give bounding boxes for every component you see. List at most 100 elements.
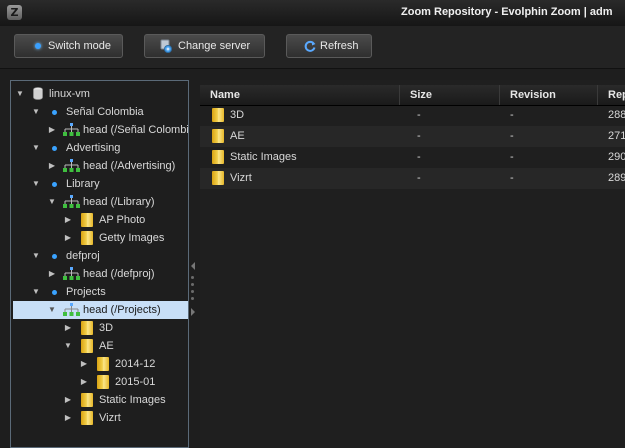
table-row[interactable]: Static Images - - 290 [200, 147, 625, 168]
tree-item-label: Advertising [66, 142, 121, 154]
branch-icon [63, 303, 80, 316]
expand-arrow-icon[interactable]: ▼ [15, 85, 25, 103]
splitter-grip-icon [191, 290, 194, 293]
tree-item-static-images[interactable]: ▶ Static Images [11, 391, 188, 409]
folder-icon [81, 411, 93, 425]
tree-item-3d[interactable]: ▶ 3D [11, 319, 188, 337]
tree-item-2015-01[interactable]: ▶ 2015-01 [11, 373, 188, 391]
column-header-name[interactable]: Name [200, 85, 400, 105]
collapse-arrow-icon[interactable]: ▶ [63, 229, 73, 247]
collapse-arrow-icon[interactable]: ▶ [63, 211, 73, 229]
tree-item-label: 2015-01 [115, 376, 156, 388]
revision-cell: - [510, 172, 514, 184]
collapse-arrow-icon[interactable]: ▶ [63, 319, 73, 337]
tree-item-head-advertising[interactable]: ▶ head (/Advertising) [11, 157, 188, 175]
tree-item-2014-12[interactable]: ▶ 2014-12 [11, 355, 188, 373]
switch-mode-icon [35, 43, 41, 49]
expand-arrow-icon[interactable]: ▼ [31, 283, 41, 301]
rep-cell: 288 [608, 109, 625, 121]
tree-item-defproj[interactable]: ▼ defproj [11, 247, 188, 265]
tree-item-label: Static Images [99, 394, 166, 406]
collapse-arrow-icon[interactable]: ▶ [79, 373, 89, 391]
collapse-arrow-icon[interactable]: ▶ [47, 157, 57, 175]
tree-item-label: 3D [99, 322, 114, 334]
table-header: Name Size Revision Rep [200, 85, 625, 106]
tree-item-label: head (/Advertising) [83, 160, 176, 172]
tree-item-label: 2014-12 [115, 358, 156, 370]
project-bullet-icon [52, 182, 57, 187]
size-cell: - [417, 130, 421, 142]
collapse-arrow-icon[interactable]: ▶ [47, 265, 57, 283]
expand-arrow-icon[interactable]: ▼ [31, 139, 41, 157]
change-server-button[interactable]: Change server [144, 34, 265, 58]
tree-item-getty-images[interactable]: ▶ Getty Images [11, 229, 188, 247]
folder-icon [81, 321, 93, 335]
rep-cell: 289 [608, 172, 625, 184]
tree-item-library[interactable]: ▼ Library [11, 175, 188, 193]
expand-arrow-icon[interactable]: ▼ [31, 247, 41, 265]
switch-mode-button[interactable]: Switch mode [14, 34, 123, 58]
expand-arrow-icon[interactable]: ▼ [47, 193, 57, 211]
column-header-rep[interactable]: Rep [598, 85, 625, 105]
table-row[interactable]: 3D - - 288 [200, 105, 625, 126]
collapse-arrow-icon[interactable]: ▶ [63, 391, 73, 409]
tree-item-label: Vizrt [99, 412, 121, 424]
app-logo-icon: Z [7, 5, 22, 20]
tree-item-head-library[interactable]: ▼ head (/Library) [11, 193, 188, 211]
refresh-button[interactable]: Refresh [286, 34, 372, 58]
toolbar: Switch mode Change server Refresh [0, 26, 625, 69]
column-header-size[interactable]: Size [400, 85, 500, 105]
tree-item-label: head (/Señal Colombia [83, 124, 189, 136]
expand-arrow-icon[interactable]: ▼ [31, 103, 41, 121]
project-bullet-icon [52, 290, 57, 295]
branch-icon [63, 123, 80, 136]
tree-item-head-defproj[interactable]: ▶ head (/defproj) [11, 265, 188, 283]
revision-cell: - [510, 151, 514, 163]
folder-icon [97, 357, 109, 371]
expand-arrow-icon[interactable]: ▼ [47, 301, 57, 319]
project-bullet-icon [52, 146, 57, 151]
collapse-arrow-icon[interactable]: ▶ [47, 121, 57, 139]
tree-item-head-projects[interactable]: ▼ head (/Projects) [13, 301, 188, 319]
folder-icon [81, 231, 93, 245]
tree-item-vizrt[interactable]: ▶ Vizrt [11, 409, 188, 427]
tree-item-ap-photo[interactable]: ▶ AP Photo [11, 211, 188, 229]
tree-item-label: AE [99, 340, 114, 352]
folder-icon [81, 213, 93, 227]
folder-icon [81, 339, 93, 353]
folder-icon [81, 393, 93, 407]
expand-arrow-icon[interactable]: ▼ [63, 337, 73, 355]
tree-item-label: head (/Library) [83, 196, 155, 208]
branch-icon [63, 267, 80, 280]
tree-item-advertising[interactable]: ▼ Advertising [11, 139, 188, 157]
tree-item-linux-vm[interactable]: ▼ linux-vm [11, 85, 188, 103]
collapse-left-icon[interactable] [190, 262, 196, 270]
project-bullet-icon [52, 110, 57, 115]
collapse-right-icon[interactable] [190, 308, 196, 316]
file-table[interactable]: Name Size Revision Rep 3D - - 288 AE - -… [200, 80, 625, 448]
repository-tree[interactable]: ▼ linux-vm ▼ Señal Colombia ▶ head (/Señ… [10, 80, 189, 448]
tree-item-projects[interactable]: ▼ Projects [11, 283, 188, 301]
tree-item-label: linux-vm [49, 88, 90, 100]
tree-item-head-senal-colombia[interactable]: ▶ head (/Señal Colombia [11, 121, 189, 139]
branch-icon [63, 195, 80, 208]
column-header-revision[interactable]: Revision [500, 85, 598, 105]
tree-item-label: Getty Images [99, 232, 165, 244]
collapse-arrow-icon[interactable]: ▶ [79, 355, 89, 373]
table-row[interactable]: AE - - 271 [200, 126, 625, 147]
change-server-label: Change server [178, 40, 251, 52]
expand-arrow-icon[interactable]: ▼ [31, 175, 41, 193]
tree-item-label: head (/Projects) [83, 304, 161, 316]
rep-cell: 290 [608, 151, 625, 163]
project-bullet-icon [52, 254, 57, 259]
panel-splitter[interactable] [189, 80, 197, 448]
table-row[interactable]: Vizrt - - 289 [200, 168, 625, 189]
tree-item-senal-colombia[interactable]: ▼ Señal Colombia [11, 103, 188, 121]
title-bar: Z Zoom Repository - Evolphin Zoom | adm [0, 0, 625, 26]
refresh-icon [304, 40, 316, 52]
tree-item-label: head (/defproj) [83, 268, 155, 280]
size-cell: - [417, 109, 421, 121]
size-cell: - [417, 172, 421, 184]
tree-item-ae[interactable]: ▼ AE [11, 337, 188, 355]
collapse-arrow-icon[interactable]: ▶ [63, 409, 73, 427]
